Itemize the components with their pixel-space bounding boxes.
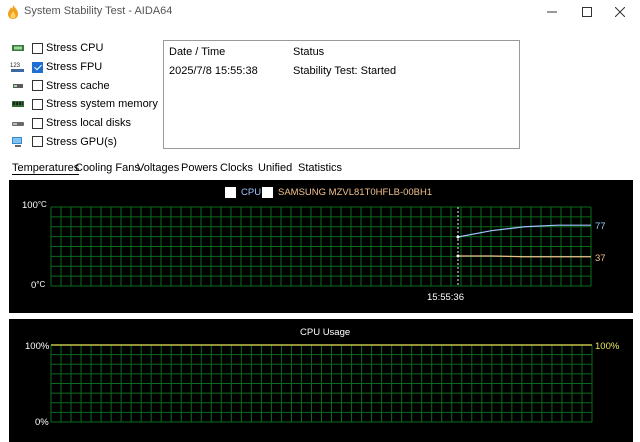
- stress-disks-checkbox[interactable]: [32, 117, 43, 129]
- tab-clocks[interactable]: Clocks: [220, 162, 253, 174]
- stress-cpu-label: Stress CPU: [46, 42, 104, 55]
- cpu-temp-value: 77: [595, 221, 606, 232]
- maximize-icon: [582, 7, 592, 17]
- stress-disks-option[interactable]: Stress local disks: [10, 114, 160, 133]
- stress-cpu-option[interactable]: Stress CPU: [10, 39, 160, 58]
- ssd-series-start-point: [456, 254, 460, 258]
- stress-cpu-checkbox[interactable]: [32, 42, 43, 54]
- stress-memory-checkbox[interactable]: [32, 98, 43, 110]
- stress-fpu-option[interactable]: 123 Stress FPU: [10, 58, 160, 77]
- close-icon: [615, 7, 625, 17]
- col-header-status[interactable]: Status: [293, 46, 324, 58]
- title-bar: System Stability Test - AIDA64: [0, 0, 640, 24]
- window-title: System Stability Test - AIDA64: [24, 5, 173, 17]
- cache-chip-icon: [10, 80, 26, 92]
- tab-statistics[interactable]: Statistics: [298, 162, 342, 174]
- tab-powers[interactable]: Powers: [181, 162, 218, 174]
- cpu-chip-icon: [10, 42, 26, 54]
- cpu-series-start-point: [456, 235, 460, 239]
- gpu-monitor-icon: [10, 136, 26, 148]
- stress-cache-checkbox[interactable]: [32, 80, 43, 92]
- ssd-temp-value: 37: [595, 253, 606, 264]
- stress-gpu-option[interactable]: Stress GPU(s): [10, 132, 160, 151]
- stress-disks-label: Stress local disks: [46, 117, 131, 130]
- fpu-123-icon: 123: [10, 61, 26, 73]
- temp-time-label: 15:55:36: [427, 292, 464, 303]
- stress-cache-option[interactable]: Stress cache: [10, 76, 160, 95]
- tab-cooling-fans[interactable]: Cooling Fans: [75, 162, 140, 174]
- stress-fpu-label: Stress FPU: [46, 61, 103, 74]
- memory-module-icon: [10, 98, 26, 110]
- temperature-graph: [50, 206, 592, 287]
- stress-cache-label: Stress cache: [46, 79, 110, 92]
- disk-icon: [10, 117, 26, 129]
- minimize-icon: [547, 11, 557, 13]
- stress-memory-label: Stress system memory: [46, 98, 158, 111]
- svg-text:123: 123: [10, 63, 21, 69]
- tab-voltages[interactable]: Voltages: [137, 162, 179, 174]
- aida64-flame-icon: [8, 5, 18, 19]
- cpu-usage-graph-panel: CPU Usage 100% 0% 100%: [9, 319, 633, 442]
- col-header-datetime[interactable]: Date / Time: [169, 46, 225, 58]
- tab-temperatures[interactable]: Temperatures: [12, 162, 80, 175]
- stress-fpu-checkbox[interactable]: [32, 61, 43, 73]
- status-row-datetime: 2025/7/8 15:55:38: [169, 65, 258, 77]
- status-row-text: Stability Test: Started: [293, 65, 397, 77]
- stress-gpu-label: Stress GPU(s): [46, 135, 117, 148]
- status-log[interactable]: Date / Time Status 2025/7/8 15:55:38 Sta…: [163, 40, 520, 149]
- cpu-usage-value: 100%: [595, 341, 620, 352]
- stress-options: Stress CPU 123 Stress FPU Stress cache S…: [10, 39, 160, 151]
- temperature-graph-panel: CPU SAMSUNG MZVL81T0HFLB-00BH1 100°C 0°C…: [9, 180, 633, 313]
- stress-gpu-checkbox[interactable]: [32, 136, 43, 148]
- cpu-usage-graph: [50, 344, 593, 423]
- stress-memory-option[interactable]: Stress system memory: [10, 95, 160, 114]
- tab-unified[interactable]: Unified: [258, 162, 292, 174]
- close-button[interactable]: [598, 0, 640, 24]
